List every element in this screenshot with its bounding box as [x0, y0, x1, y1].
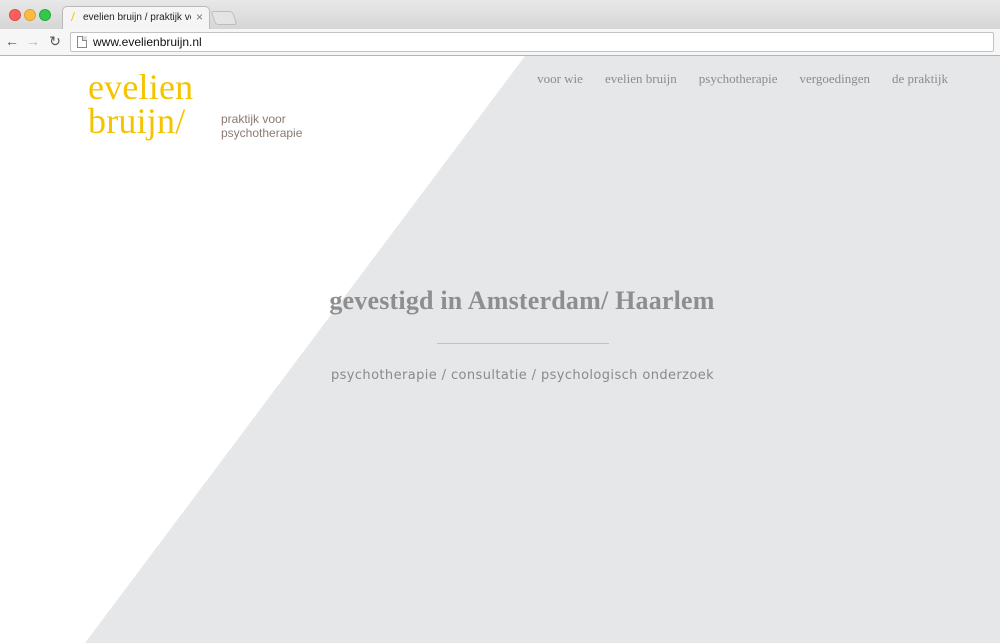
page-icon — [77, 36, 87, 48]
tab-title: evelien bruijn / praktijk voor psychothe… — [83, 12, 191, 23]
logo-tagline: praktijk voor psychotherapie — [221, 112, 302, 140]
hero-divider — [437, 343, 609, 344]
logo-tagline-line2: psychotherapie — [221, 126, 303, 140]
maximize-window-button[interactable] — [39, 9, 51, 21]
browser-chrome: / evelien bruijn / praktijk voor psychot… — [0, 0, 1000, 56]
diagonal-background — [85, 56, 1000, 643]
close-icon[interactable]: × — [196, 10, 203, 24]
new-tab-button[interactable] — [210, 11, 238, 25]
browser-toolbar: ← → ↻ www.evelienbruijn.nl — [0, 29, 1000, 55]
hero-subtitle: psychotherapie / consultatie / psycholog… — [330, 368, 715, 383]
hero-title: gevestigd in Amsterdam/ Haarlem — [329, 286, 715, 315]
nav-item-psychotherapie[interactable]: psychotherapie — [699, 71, 778, 87]
nav-item-de-praktijk[interactable]: de praktijk — [892, 71, 948, 87]
minimize-window-button[interactable] — [24, 9, 36, 21]
nav-item-voor-wie[interactable]: voor wie — [537, 71, 583, 87]
reload-icon[interactable]: ↻ — [47, 33, 63, 49]
address-bar[interactable]: www.evelienbruijn.nl — [70, 32, 994, 52]
logo-tagline-line1: praktijk voor — [221, 112, 286, 126]
back-arrow-icon[interactable]: ← — [4, 33, 20, 49]
logo-name-line1: evelien — [88, 67, 194, 107]
url-text[interactable]: www.evelienbruijn.nl — [93, 35, 202, 49]
nav-item-vergoedingen[interactable]: vergoedingen — [800, 71, 871, 87]
close-window-button[interactable] — [9, 9, 21, 21]
main-navigation: voor wie evelien bruijn psychotherapie v… — [537, 71, 948, 87]
gray-panel — [85, 56, 1000, 643]
tab-favicon: / — [71, 10, 75, 25]
active-tab[interactable]: / evelien bruijn / praktijk voor psychot… — [62, 6, 210, 29]
nav-item-evelien-bruijn[interactable]: evelien bruijn — [605, 71, 677, 87]
logo-name-line2: bruijn/ — [88, 101, 186, 141]
tab-strip: / evelien bruijn / praktijk voor psychot… — [0, 0, 1000, 29]
web-page: evelien bruijn/ praktijk voor psychother… — [0, 56, 1000, 643]
site-logo[interactable]: evelien bruijn/ praktijk voor psychother… — [88, 67, 302, 141]
forward-arrow-icon[interactable]: → — [25, 33, 41, 49]
